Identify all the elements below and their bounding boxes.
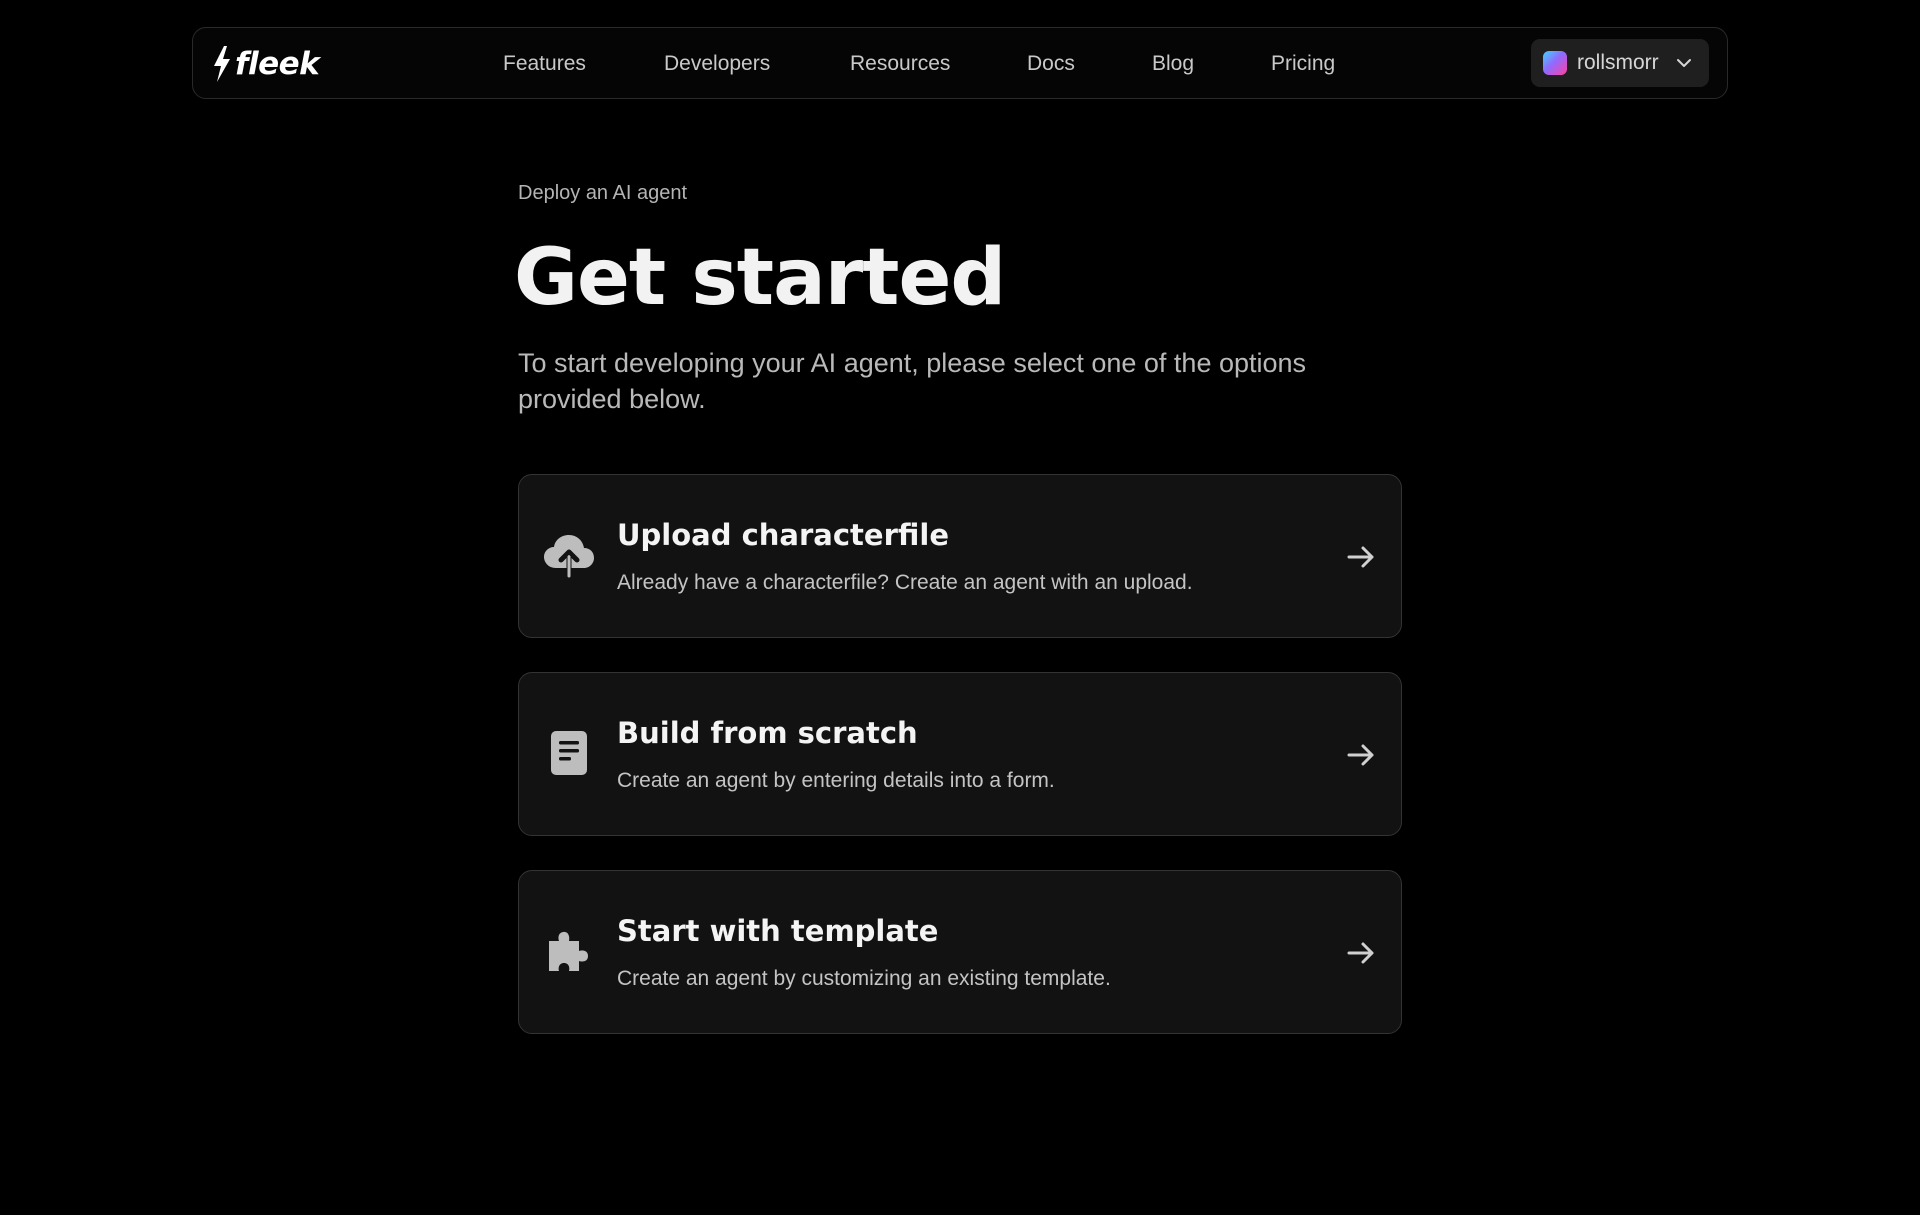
option-start-with-template[interactable]: Start with template Create an agent by c… xyxy=(518,870,1402,1034)
option-description: Create an agent by entering details into… xyxy=(617,769,1055,792)
page-subtitle: To start developing your AI agent, pleas… xyxy=(518,348,1307,414)
fleek-logo[interactable]: fleek xyxy=(211,44,320,84)
puzzle-icon xyxy=(541,923,597,979)
page-eyebrow: Deploy an AI agent xyxy=(518,182,688,204)
bolt-logo-icon xyxy=(214,46,230,82)
arrow-right-icon xyxy=(1347,546,1374,568)
chevron-down-icon xyxy=(1677,59,1691,67)
option-description: Create an agent by customizing an existi… xyxy=(617,967,1111,990)
cloud-upload-icon xyxy=(541,527,597,583)
nav-link-resources[interactable]: Resources xyxy=(850,52,950,76)
page-title: Get started xyxy=(514,233,1006,323)
account-username: rollsmorr xyxy=(1577,51,1659,74)
option-description: Already have a characterfile? Create an … xyxy=(617,571,1193,594)
account-menu-button[interactable]: rollsmorr xyxy=(1531,39,1709,87)
logo-wordmark: fleek xyxy=(235,46,320,82)
option-build-from-scratch[interactable]: Build from scratch Create an agent by en… xyxy=(518,672,1402,836)
nav-link-blog[interactable]: Blog xyxy=(1152,52,1194,76)
avatar xyxy=(1543,51,1567,75)
option-upload-characterfile[interactable]: Upload characterfile Already have a char… xyxy=(518,474,1402,638)
nav-links: Features Developers Resources Docs Blog … xyxy=(193,28,1727,98)
arrow-right-icon xyxy=(1347,744,1374,766)
arrow-right-icon xyxy=(1347,942,1374,964)
nav-link-docs[interactable]: Docs xyxy=(1027,52,1075,76)
option-title: Start with template xyxy=(617,914,939,948)
nav-link-pricing[interactable]: Pricing xyxy=(1271,52,1335,76)
nav-link-features[interactable]: Features xyxy=(503,52,586,76)
nav-link-developers[interactable]: Developers xyxy=(664,52,770,76)
top-navbar: fleek Features Developers Resources Docs… xyxy=(192,27,1728,99)
option-title: Upload characterfile xyxy=(617,518,949,552)
option-title: Build from scratch xyxy=(617,716,918,750)
document-icon xyxy=(541,725,597,781)
